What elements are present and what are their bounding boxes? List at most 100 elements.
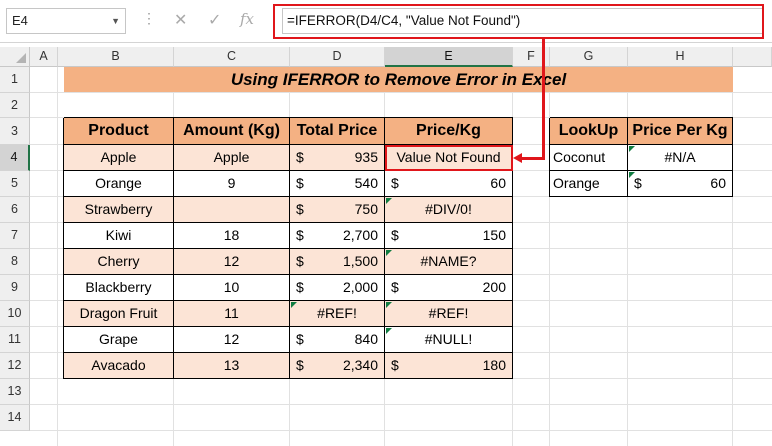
total-price-cell[interactable]: $935	[290, 145, 385, 171]
row-header-7[interactable]: 7	[0, 223, 30, 249]
price-per-kg-cell[interactable]: #NULL!	[385, 327, 513, 353]
row-header-14[interactable]: 14	[0, 405, 30, 431]
amount-cell[interactable]: Apple	[174, 145, 290, 171]
error-indicator-icon[interactable]	[386, 328, 392, 334]
row-header-3[interactable]: 3	[0, 118, 30, 145]
amount-cell[interactable]	[174, 197, 290, 223]
column-header-d[interactable]: D	[290, 47, 385, 67]
row-header-13[interactable]: 13	[0, 379, 30, 405]
price-per-kg-cell[interactable]: #REF!	[385, 301, 513, 327]
column-header-e[interactable]: E	[385, 47, 513, 67]
product-cell[interactable]: Cherry	[64, 249, 174, 275]
total-price-cell[interactable]: $2,700	[290, 223, 385, 249]
total-price-value: 2,000	[342, 279, 378, 295]
total-price-cell[interactable]: $1,500	[290, 249, 385, 275]
error-indicator-icon[interactable]	[386, 198, 392, 204]
product-cell[interactable]: Blackberry	[64, 275, 174, 301]
column-header-c[interactable]: C	[174, 47, 290, 67]
name-box[interactable]: E4 ▼	[6, 8, 126, 34]
total-price-cell[interactable]: #REF!	[290, 301, 385, 327]
column-header-b[interactable]: B	[58, 47, 174, 67]
table-header-cell[interactable]: Price/Kg	[385, 118, 513, 145]
price-per-kg-cell[interactable]: Value Not Found	[385, 145, 513, 171]
total-price-cell[interactable]: $2,340	[290, 353, 385, 379]
amount-cell[interactable]: 12	[174, 249, 290, 275]
currency-symbol: $	[296, 253, 304, 269]
amount-cell[interactable]: 9	[174, 171, 290, 197]
currency-symbol: $	[296, 279, 304, 295]
amount-cell[interactable]: 10	[174, 275, 290, 301]
row-header-5[interactable]: 5	[0, 171, 30, 197]
column-header-a[interactable]: A	[30, 47, 58, 67]
price-per-kg-cell[interactable]: $60	[385, 171, 513, 197]
amount-value: 11	[224, 305, 239, 321]
price-per-kg-cell[interactable]: #NAME?	[385, 249, 513, 275]
amount-cell[interactable]: 13	[174, 353, 290, 379]
total-price-cell[interactable]: $540	[290, 171, 385, 197]
gridline	[30, 92, 772, 93]
product-cell[interactable]: Strawberry	[64, 197, 174, 223]
product-name: Avacado	[91, 357, 146, 373]
lookup-name-cell[interactable]: Coconut	[550, 145, 628, 171]
total-price-cell[interactable]: $2,000	[290, 275, 385, 301]
product-cell[interactable]: Grape	[64, 327, 174, 353]
row-header-1[interactable]: 1	[0, 67, 30, 93]
header-label: Amount (Kg)	[183, 122, 280, 139]
price-per-kg-cell[interactable]: #DIV/0!	[385, 197, 513, 223]
error-indicator-icon[interactable]	[291, 302, 297, 308]
product-cell[interactable]: Apple	[64, 145, 174, 171]
table-header-cell[interactable]: Amount (Kg)	[174, 118, 290, 145]
error-indicator-icon[interactable]	[386, 302, 392, 308]
product-name: Dragon Fruit	[79, 305, 158, 321]
amount-cell[interactable]: 18	[174, 223, 290, 249]
product-cell[interactable]: Avacado	[64, 353, 174, 379]
formula-bar: E4 ▼ ⋮ ✕ ✓ fx =IFERROR(D4/C4, "Value Not …	[0, 0, 772, 43]
lookup-header-cell[interactable]: Price Per Kg	[628, 118, 733, 145]
product-cell[interactable]: Orange	[64, 171, 174, 197]
sheet-title: Using IFERROR to Remove Error in Excel	[64, 67, 733, 92]
table-header-cell[interactable]: Product	[64, 118, 174, 145]
total-price-cell[interactable]: $750	[290, 197, 385, 223]
cancel-icon[interactable]: ✕	[174, 10, 187, 30]
chevron-down-icon[interactable]: ▼	[111, 9, 120, 33]
header-label: LookUp	[558, 122, 619, 139]
column-header-h[interactable]: H	[628, 47, 733, 67]
column-header-g[interactable]: G	[550, 47, 628, 67]
price-per-kg-value: 180	[482, 357, 506, 373]
price-per-kg-value: #NAME?	[420, 253, 477, 269]
lookup-value-cell[interactable]: #N/A	[628, 145, 733, 171]
lookup-value-cell[interactable]: $60	[628, 171, 733, 197]
currency-symbol: $	[391, 175, 399, 191]
enter-icon[interactable]: ✓	[208, 10, 221, 30]
error-indicator-icon[interactable]	[629, 146, 635, 152]
insert-function-icon[interactable]: fx	[240, 10, 254, 28]
row-header-6[interactable]: 6	[0, 197, 30, 223]
price-per-kg-value: 150	[482, 227, 506, 243]
formula-input[interactable]: =IFERROR(D4/C4, "Value Not Found")	[282, 8, 764, 34]
row-header-11[interactable]: 11	[0, 327, 30, 353]
row-header-4[interactable]: 4	[0, 145, 30, 171]
product-cell[interactable]: Kiwi	[64, 223, 174, 249]
lookup-name-cell[interactable]: Orange	[550, 171, 628, 197]
price-per-kg-cell[interactable]: $180	[385, 353, 513, 379]
table-header-cell[interactable]: Total Price	[290, 118, 385, 145]
total-price-cell[interactable]: $840	[290, 327, 385, 353]
amount-value: 12	[223, 253, 240, 269]
row-header-8[interactable]: 8	[0, 249, 30, 275]
row-header-10[interactable]: 10	[0, 301, 30, 327]
amount-cell[interactable]: 12	[174, 327, 290, 353]
select-all-corner[interactable]	[0, 47, 30, 67]
more-options-icon[interactable]: ⋮	[142, 10, 156, 27]
price-per-kg-cell[interactable]: $200	[385, 275, 513, 301]
name-box-value: E4	[12, 13, 28, 28]
price-per-kg-cell[interactable]: $150	[385, 223, 513, 249]
row-header-12[interactable]: 12	[0, 353, 30, 379]
amount-cell[interactable]: 11	[174, 301, 290, 327]
amount-value: 10	[223, 279, 240, 295]
amount-value: 9	[227, 175, 236, 191]
row-header-2[interactable]: 2	[0, 93, 30, 118]
row-header-9[interactable]: 9	[0, 275, 30, 301]
product-cell[interactable]: Dragon Fruit	[64, 301, 174, 327]
error-indicator-icon[interactable]	[386, 250, 392, 256]
lookup-header-cell[interactable]: LookUp	[550, 118, 628, 145]
